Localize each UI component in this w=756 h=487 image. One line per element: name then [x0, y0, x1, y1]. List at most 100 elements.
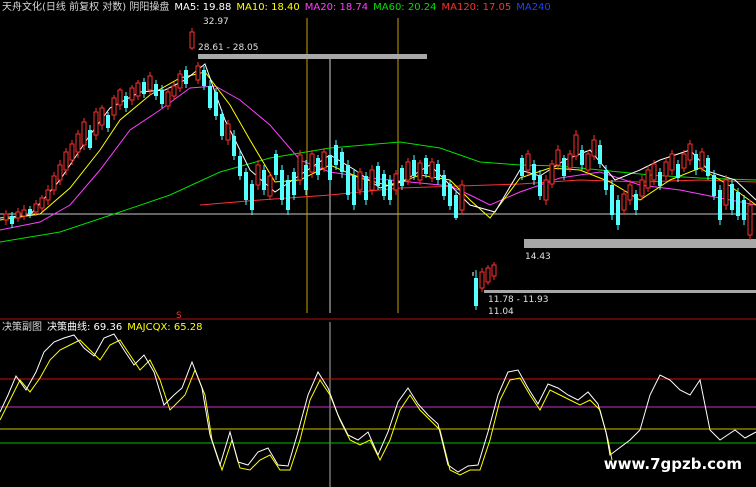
ma60-value: MA60: 20.24 — [373, 2, 437, 13]
candlestick — [591, 135, 597, 160]
candlestick — [730, 180, 734, 215]
candlestick — [747, 200, 753, 240]
candlestick — [454, 190, 458, 220]
candlestick — [321, 148, 327, 172]
candlestick — [334, 140, 338, 170]
main-legend: 天舟文化(日线 前复权 对数) 阴阳操盘 MA5: 19.88 MA10: 18.4… — [2, 2, 556, 14]
candlestick — [417, 160, 423, 185]
candlestick — [238, 150, 242, 180]
range-low-label: 11.78 - 11.93 — [488, 295, 549, 305]
candlestick — [357, 168, 363, 195]
candlestick — [111, 95, 117, 120]
sub-title: 决策副图 — [2, 322, 42, 333]
candlestick — [304, 160, 308, 195]
candlestick — [255, 160, 261, 190]
candlestick — [573, 130, 579, 160]
decision-line-value: 决策曲线: 69.36 — [47, 322, 123, 333]
range-bar-low — [484, 290, 756, 293]
candlestick — [681, 150, 687, 172]
candlestick — [448, 180, 452, 210]
candlestick — [280, 165, 284, 205]
ma5-value: MA5: 19.88 — [174, 2, 232, 13]
candlestick — [364, 172, 368, 205]
candlestick — [75, 130, 81, 158]
candlestick — [39, 195, 45, 212]
candlestick — [369, 165, 375, 195]
candlestick — [459, 180, 465, 215]
kline-chart[interactable] — [0, 0, 756, 487]
range-top-label: 28.61 - 28.05 — [198, 43, 259, 53]
candlestick — [525, 150, 531, 175]
candlestick — [393, 170, 399, 195]
candlestick — [69, 140, 75, 165]
candlestick — [645, 165, 651, 192]
candlestick — [220, 110, 224, 140]
candlestick — [585, 150, 591, 175]
candlestick — [286, 175, 290, 215]
candlestick — [124, 92, 128, 112]
candlestick — [687, 140, 693, 165]
range-bar-top — [198, 54, 427, 59]
candlestick — [424, 155, 428, 178]
candlestick — [604, 165, 608, 195]
candlestick — [621, 190, 627, 215]
candlestick — [154, 80, 158, 100]
candlestick — [485, 265, 491, 285]
candlestick — [676, 160, 680, 182]
candlestick — [177, 70, 183, 92]
candlestick — [520, 155, 524, 180]
candlestick — [549, 160, 555, 188]
candlestick — [262, 165, 266, 195]
candlestick — [274, 150, 278, 180]
candlestick — [562, 155, 566, 180]
ma120-value: MA120: 17.05 — [441, 2, 512, 13]
candlestick — [63, 148, 69, 175]
candlestick — [106, 112, 110, 132]
candlestick — [742, 195, 746, 225]
candlestick — [346, 160, 350, 200]
candlestick — [694, 150, 698, 175]
candlestick — [405, 158, 411, 185]
candlestick — [195, 62, 201, 84]
candlestick — [129, 85, 135, 105]
candlestick — [3, 210, 9, 225]
candlestick — [297, 150, 303, 185]
candlestick — [627, 180, 633, 205]
candlestick — [634, 190, 638, 215]
candlestick — [93, 108, 99, 140]
majcqx-value: MAJCQX: 65.28 — [127, 322, 203, 333]
candlestick — [51, 172, 57, 195]
low-price-label: 11.04 — [488, 307, 514, 317]
candlestick — [99, 105, 105, 130]
candlestick — [658, 168, 662, 190]
sell-marker: S — [176, 311, 182, 321]
candlestick — [142, 78, 146, 98]
candlestick — [316, 155, 320, 180]
candlestick — [225, 120, 231, 145]
candlestick — [376, 162, 380, 190]
candlestick — [706, 155, 710, 180]
candlestick — [580, 145, 584, 170]
ma10-value: MA10: 18.40 — [236, 2, 300, 13]
candlestick — [736, 188, 740, 220]
ma10-line — [0, 71, 756, 221]
candlestick — [718, 185, 722, 225]
candlestick — [610, 180, 614, 220]
candlestick — [543, 175, 549, 205]
candlestick — [663, 158, 669, 180]
candlestick — [382, 170, 386, 200]
candlestick — [88, 125, 92, 150]
candlestick — [639, 175, 645, 200]
candlestick — [135, 80, 141, 100]
high-price-label: 32.97 — [203, 17, 229, 27]
candlestick — [567, 150, 573, 172]
candlestick — [189, 28, 195, 50]
ma20-value: MA20: 18.74 — [304, 2, 369, 13]
candlestick — [474, 270, 478, 310]
range-bar-mid — [524, 239, 756, 248]
candlestick — [538, 170, 542, 200]
candlestick — [328, 150, 332, 185]
candlestick — [244, 168, 248, 205]
candlestick — [400, 165, 404, 190]
candlestick — [352, 170, 356, 210]
